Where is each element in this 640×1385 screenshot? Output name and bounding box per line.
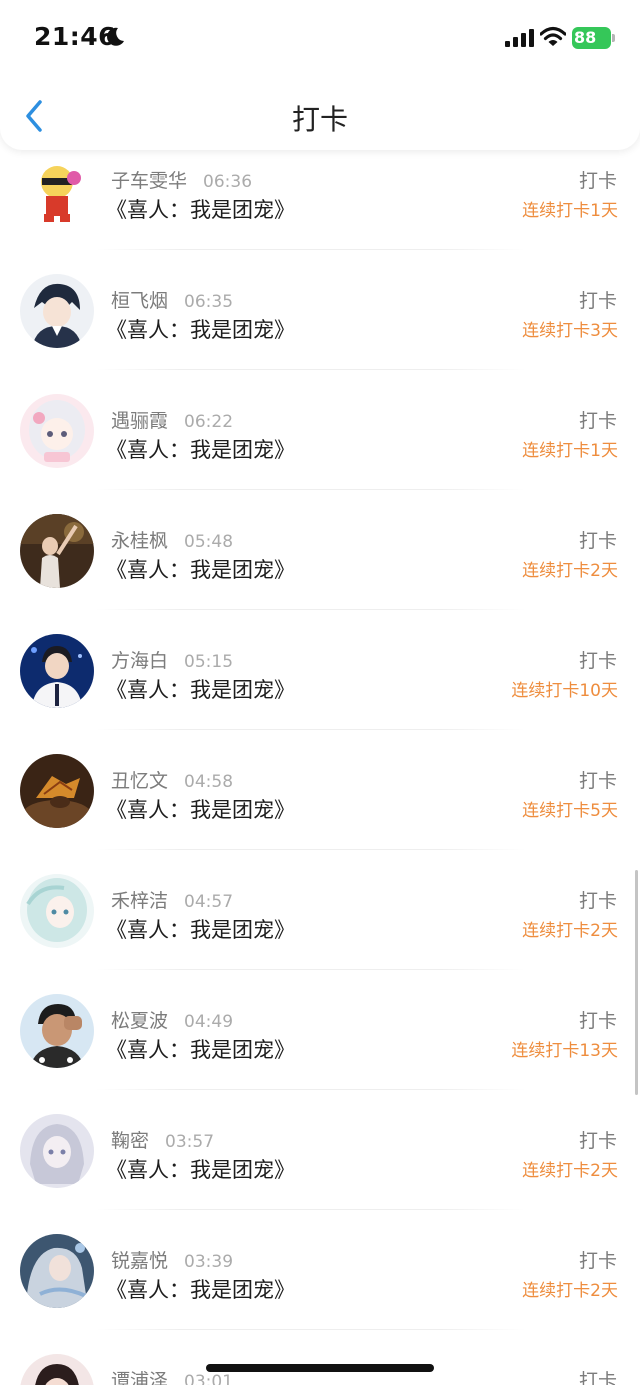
action-label: 打卡: [578, 650, 617, 672]
streak-label: 连续打卡2天: [522, 1281, 618, 1301]
user-name: 子车雯华 06:36: [111, 170, 253, 192]
avatar[interactable]: [20, 394, 94, 468]
streak-label: 连续打卡1天: [522, 441, 618, 461]
action-label: 打卡: [578, 290, 617, 312]
streak-label: 连续打卡1天: [522, 201, 618, 221]
wifi-icon: [540, 26, 566, 46]
list-item[interactable]: 遇骊霞 06:22 《喜人：我是团宠》 打卡 连续打卡1天: [0, 370, 640, 490]
action-label: 打卡: [578, 1370, 617, 1385]
checkin-time: 04:58: [184, 772, 234, 792]
user-name: 锐嘉悦 03:39: [111, 1250, 234, 1272]
list-item[interactable]: 永桂枫 05:48 《喜人：我是团宠》 打卡 连续打卡2天: [0, 490, 640, 610]
battery-level: 88: [572, 27, 611, 49]
home-indicator[interactable]: [206, 1364, 434, 1372]
streak-label: 连续打卡2天: [522, 561, 618, 581]
list-item[interactable]: 丑忆文 04:58 《喜人：我是团宠》 打卡 连续打卡5天: [0, 730, 640, 850]
book-title: 《喜人：我是团宠》: [106, 318, 295, 342]
book-title: 《喜人：我是团宠》: [106, 198, 295, 222]
action-label: 打卡: [578, 530, 617, 552]
list-item[interactable]: 桓飞烟 06:35 《喜人：我是团宠》 打卡 连续打卡3天: [0, 250, 640, 370]
page-title: 打卡: [291, 103, 348, 136]
user-name: 松夏波 04:49: [111, 1010, 234, 1032]
user-name: 鞠密 03:57: [111, 1130, 215, 1152]
checkin-time: 03:39: [184, 1252, 234, 1272]
avatar[interactable]: [20, 1354, 94, 1385]
list-item[interactable]: 松夏波 04:49 《喜人：我是团宠》 打卡 连续打卡13天: [0, 970, 640, 1090]
streak-label: 连续打卡5天: [522, 801, 618, 821]
moon-icon: [107, 27, 124, 46]
book-title: 《喜人：我是团宠》: [106, 558, 295, 582]
checkin-time: 04:57: [184, 892, 234, 912]
book-title: 《喜人：我是团宠》: [106, 918, 295, 942]
user-name: 丑忆文 04:58: [111, 770, 234, 792]
streak-label: 连续打卡10天: [511, 681, 618, 701]
action-label: 打卡: [578, 1010, 617, 1032]
battery-tip: [612, 34, 615, 42]
checkin-time: 05:15: [184, 652, 234, 672]
avatar[interactable]: [20, 274, 94, 348]
streak-label: 连续打卡3天: [522, 321, 618, 341]
list-item[interactable]: 锐嘉悦 03:39 《喜人：我是团宠》 打卡 连续打卡2天: [0, 1210, 640, 1330]
checkin-time: 04:49: [184, 1012, 234, 1032]
action-label: 打卡: [578, 1250, 617, 1272]
book-title: 《喜人：我是团宠》: [106, 1158, 295, 1182]
action-label: 打卡: [578, 1130, 617, 1152]
action-label: 打卡: [578, 170, 617, 192]
action-label: 打卡: [578, 890, 617, 912]
screen: 子车雯华 06:36 《喜人：我是团宠》 打卡 连续打卡1天 桓飞烟 06:35 《…: [0, 0, 640, 1385]
checkin-time: 03:01: [184, 1372, 234, 1385]
checkin-time: 05:48: [184, 532, 234, 552]
user-name: 遇骊霞 06:22: [111, 410, 234, 432]
scrollbar[interactable]: [635, 870, 638, 1095]
avatar[interactable]: [20, 154, 94, 228]
checkin-time: 03:57: [165, 1132, 215, 1152]
avatar[interactable]: [20, 754, 94, 828]
book-title: 《喜人：我是团宠》: [106, 1278, 295, 1302]
avatar[interactable]: [20, 874, 94, 948]
list-item[interactable]: 鞠密 03:57 《喜人：我是团宠》 打卡 连续打卡2天: [0, 1090, 640, 1210]
avatar[interactable]: [20, 514, 94, 588]
user-name: 方海白 05:15: [111, 650, 234, 672]
checkin-time: 06:36: [203, 172, 253, 192]
avatar[interactable]: [20, 1234, 94, 1308]
book-title: 《喜人：我是团宠》: [106, 1038, 295, 1062]
list-item[interactable]: 方海白 05:15 《喜人：我是团宠》 打卡 连续打卡10天: [0, 610, 640, 730]
user-name: 禾梓洁 04:57: [111, 890, 234, 912]
streak-label: 连续打卡2天: [522, 1161, 618, 1181]
list-item[interactable]: 谭浦泽 03:01 打卡: [0, 1330, 640, 1385]
streak-label: 连续打卡2天: [522, 921, 618, 941]
action-label: 打卡: [578, 410, 617, 432]
checkin-time: 06:22: [184, 412, 234, 432]
avatar[interactable]: [20, 994, 94, 1068]
book-title: 《喜人：我是团宠》: [106, 798, 295, 822]
avatar[interactable]: [20, 1114, 94, 1188]
checkin-list[interactable]: 子车雯华 06:36 《喜人：我是团宠》 打卡 连续打卡1天 桓飞烟 06:35 《…: [0, 130, 640, 1385]
top-header: 21:46 88 打卡: [0, 0, 640, 150]
checkin-time: 06:35: [184, 292, 234, 312]
action-label: 打卡: [578, 770, 617, 792]
list-item[interactable]: 禾梓洁 04:57 《喜人：我是团宠》 打卡 连续打卡2天: [0, 850, 640, 970]
user-name: 桓飞烟 06:35: [111, 290, 234, 312]
user-name: 永桂枫 05:48: [111, 530, 234, 552]
avatar[interactable]: [20, 634, 94, 708]
book-title: 《喜人：我是团宠》: [106, 438, 295, 462]
signal-icon: [505, 29, 534, 47]
streak-label: 连续打卡13天: [511, 1041, 618, 1061]
book-title: 《喜人：我是团宠》: [106, 678, 295, 702]
